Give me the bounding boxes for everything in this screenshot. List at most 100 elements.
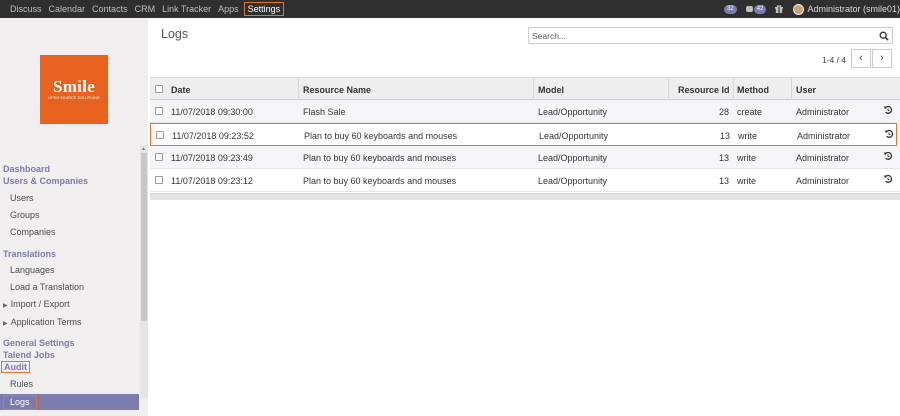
pager-next-button[interactable]: › bbox=[872, 49, 892, 68]
cell-model: Lead/Opportunity bbox=[538, 107, 608, 117]
sidebar-item-talend-jobs[interactable]: Talend Jobs bbox=[3, 350, 55, 360]
messages-button[interactable]: 42 bbox=[745, 4, 767, 14]
avatar bbox=[793, 3, 805, 15]
systray: 32 42 Administrator (smile01) bbox=[724, 0, 900, 18]
messages-badge: 42 bbox=[753, 4, 767, 14]
revert-icon[interactable] bbox=[883, 151, 893, 161]
sidebar-item-translations[interactable]: Translations bbox=[3, 249, 56, 259]
cell-resource-id: 28 bbox=[719, 107, 730, 117]
column-divider bbox=[791, 78, 792, 101]
column-divider bbox=[533, 78, 534, 101]
scroll-up-icon[interactable]: ▲ bbox=[141, 146, 146, 152]
revert-icon[interactable] bbox=[884, 129, 894, 139]
row-checkbox[interactable] bbox=[155, 176, 163, 184]
caret-right-icon: ▶ bbox=[3, 303, 8, 309]
logo-title: Smile bbox=[52, 77, 96, 96]
cell-model: Lead/Opportunity bbox=[539, 131, 609, 141]
cell-resource-id: 13 bbox=[719, 153, 730, 163]
chevron-right-icon: › bbox=[880, 52, 884, 64]
cell-resource-id: 13 bbox=[720, 131, 731, 141]
sidebar-item-application-terms[interactable]: ▶ Application Terms bbox=[3, 317, 82, 327]
cell-resource-name: Plan to buy 60 keyboards and mouses bbox=[303, 153, 457, 163]
cell-resource-id: 13 bbox=[719, 176, 730, 186]
cell-method: write bbox=[737, 176, 757, 186]
table-row[interactable]: 11/07/2018 09:23:12 Plan to buy 60 keybo… bbox=[150, 169, 900, 192]
sidebar-scrollbar[interactable]: ▲ bbox=[140, 145, 148, 398]
logo-subtitle: OPEN SOURCE SOLUTIONS bbox=[48, 96, 100, 100]
column-method[interactable]: Method bbox=[737, 85, 769, 95]
column-resource-name[interactable]: Resource Name bbox=[303, 85, 371, 95]
activity-button[interactable]: 32 bbox=[724, 4, 737, 14]
user-menu[interactable]: Administrator (smile01) bbox=[793, 3, 900, 15]
sidebar-item-audit[interactable]: Audit bbox=[1, 361, 30, 373]
app-menu: Discuss Calendar Contacts CRM Link Track… bbox=[10, 0, 291, 18]
nav-calendar[interactable]: Calendar bbox=[49, 4, 86, 14]
table-row[interactable]: 11/07/2018 09:23:52 Plan to buy 60 keybo… bbox=[150, 123, 897, 146]
column-date[interactable]: Date bbox=[171, 85, 191, 95]
row-checkbox[interactable] bbox=[155, 153, 163, 161]
cell-method: create bbox=[737, 107, 763, 117]
revert-icon[interactable] bbox=[883, 174, 893, 184]
search-icon[interactable] bbox=[879, 31, 889, 41]
table-row[interactable]: 11/07/2018 09:23:49 Plan to buy 60 keybo… bbox=[150, 146, 900, 169]
cell-resource-name: Plan to buy 60 keyboards and mouses bbox=[303, 176, 457, 186]
caret-right-icon: ▶ bbox=[3, 321, 8, 327]
nav-settings[interactable]: Settings bbox=[243, 2, 285, 16]
top-navbar: Discuss Calendar Contacts CRM Link Track… bbox=[0, 0, 900, 18]
sidebar-item-logs[interactable]: Logs bbox=[0, 394, 139, 410]
sidebar-item-companies[interactable]: Companies bbox=[10, 227, 56, 237]
sidebar-item-dashboard[interactable]: Dashboard bbox=[3, 164, 50, 174]
nav-apps[interactable]: Apps bbox=[218, 4, 239, 14]
user-name: Administrator (smile01) bbox=[807, 4, 900, 14]
chat-icon bbox=[745, 6, 753, 12]
cell-date: 11/07/2018 09:23:49 bbox=[171, 153, 253, 163]
cell-user: Administrator bbox=[797, 131, 851, 141]
table-row[interactable]: 11/07/2018 09:30:00 Flash Sale Lead/Oppo… bbox=[150, 100, 900, 123]
search-input[interactable] bbox=[529, 28, 859, 43]
nav-crm[interactable]: CRM bbox=[135, 4, 156, 14]
sidebar-item-groups[interactable]: Groups bbox=[10, 210, 40, 220]
column-model[interactable]: Model bbox=[538, 85, 564, 95]
column-divider bbox=[733, 78, 734, 101]
row-checkbox[interactable] bbox=[156, 131, 164, 139]
activity-badge: 32 bbox=[724, 4, 737, 14]
cell-resource-name: Flash Sale bbox=[303, 107, 346, 117]
cell-date: 11/07/2018 09:23:52 bbox=[172, 131, 254, 141]
search-box[interactable] bbox=[528, 27, 893, 44]
pager-previous-button[interactable]: ‹ bbox=[851, 49, 871, 68]
cell-date: 11/07/2018 09:23:12 bbox=[171, 176, 253, 186]
cell-user: Administrator bbox=[796, 107, 850, 117]
cell-resource-name: Plan to buy 60 keyboards and mouses bbox=[304, 131, 458, 141]
nav-contacts[interactable]: Contacts bbox=[92, 4, 128, 14]
nav-discuss[interactable]: Discuss bbox=[10, 4, 42, 14]
revert-icon[interactable] bbox=[883, 105, 893, 115]
column-divider bbox=[298, 78, 299, 101]
cell-user: Administrator bbox=[796, 176, 850, 186]
gift-icon[interactable] bbox=[775, 5, 784, 13]
sidebar-item-load-translation[interactable]: Load a Translation bbox=[10, 282, 84, 292]
cell-model: Lead/Opportunity bbox=[538, 176, 608, 186]
cell-date: 11/07/2018 09:30:00 bbox=[171, 107, 253, 117]
sidebar-item-languages[interactable]: Languages bbox=[10, 265, 55, 275]
select-all-checkbox[interactable] bbox=[155, 85, 163, 93]
sidebar-item-general-settings[interactable]: General Settings bbox=[3, 338, 75, 348]
row-checkbox[interactable] bbox=[155, 107, 163, 115]
chevron-left-icon: ‹ bbox=[859, 52, 863, 64]
sidebar-item-users-companies[interactable]: Users & Companies bbox=[3, 176, 88, 186]
column-divider bbox=[668, 78, 669, 101]
sidebar-item-label: Import / Export bbox=[10, 299, 70, 309]
column-resource-id[interactable]: Resource Id bbox=[678, 85, 730, 95]
sidebar-item-rules[interactable]: Rules bbox=[10, 379, 33, 389]
company-logo: Smile OPEN SOURCE SOLUTIONS bbox=[40, 55, 108, 124]
sidebar-item-label: Logs bbox=[3, 395, 37, 410]
column-user[interactable]: User bbox=[796, 85, 816, 95]
scrollbar-thumb[interactable] bbox=[141, 153, 147, 321]
pager-value[interactable]: 1-4 / 4 bbox=[822, 55, 846, 65]
page-title: Logs bbox=[161, 27, 189, 41]
cell-model: Lead/Opportunity bbox=[538, 153, 608, 163]
sidebar-item-label: Application Terms bbox=[10, 317, 82, 327]
nav-link-tracker[interactable]: Link Tracker bbox=[162, 4, 211, 14]
table-horizontal-scrollbar[interactable] bbox=[150, 193, 900, 200]
sidebar-item-users[interactable]: Users bbox=[10, 193, 34, 203]
sidebar-item-import-export[interactable]: ▶ Import / Export bbox=[3, 299, 70, 309]
